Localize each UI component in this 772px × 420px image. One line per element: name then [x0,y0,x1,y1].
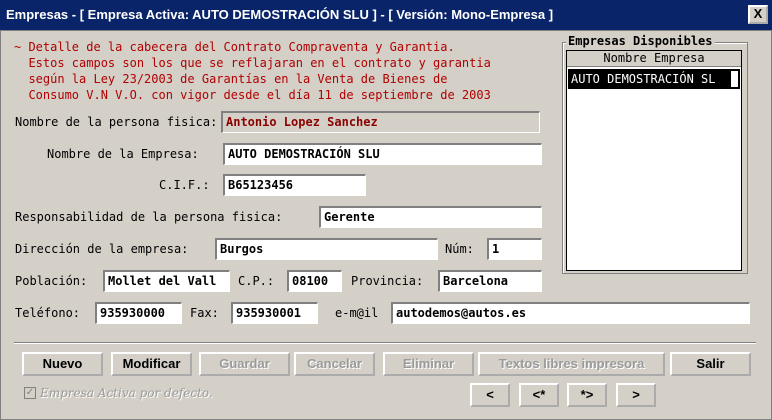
empresas-list[interactable]: Nombre Empresa AUTO DEMOSTRACIÓN SL [566,50,742,271]
contract-note: ~ Detalle de la cabecera del Contrato Co… [14,40,491,102]
list-item[interactable]: AUTO DEMOSTRACIÓN SL [568,69,740,89]
email-field[interactable]: autodemos@autos.es [391,302,750,324]
poblacion-label: Población: [15,274,88,288]
telefono-label: Teléfono: [15,306,81,320]
num-field[interactable]: 1 [487,238,542,260]
persona-label: Nombre de la persona fisica: [15,115,218,129]
modificar-button[interactable]: Modificar [111,352,192,376]
nav-prev-button[interactable]: <* [519,383,559,407]
poblacion-field[interactable]: Mollet del Vall [103,270,230,292]
num-label: Núm: [445,242,474,256]
fax-field[interactable]: 935930001 [231,302,318,324]
direccion-label: Dirección de la empresa: [15,242,189,256]
cif-label: C.I.F.: [159,178,210,192]
email-label: e-m@il [335,306,379,320]
close-button[interactable]: X [748,5,768,24]
nuevo-button[interactable]: Nuevo [22,352,103,376]
nav-first-button[interactable]: < [470,383,510,407]
direccion-field[interactable]: Burgos [215,238,438,260]
list-item-label: AUTO DEMOSTRACIÓN SL [571,72,716,86]
persona-field: Antonio Lopez Sanchez [221,111,540,133]
responsabilidad-label: Responsabilidad de la persona fisica: [15,210,283,224]
responsabilidad-field[interactable]: Gerente [319,206,542,228]
cif-field[interactable]: B65123456 [223,174,366,196]
cp-field[interactable]: 08100 [287,270,342,292]
empresas-column-header[interactable]: Nombre Empresa [567,51,741,67]
empresa-field[interactable]: AUTO DEMOSTRACIÓN SLU [223,143,542,165]
textos-libres-button[interactable]: Textos libres impresora [478,352,665,376]
guardar-button[interactable]: Guardar [199,352,290,376]
separator [14,342,756,344]
text-cursor [731,71,738,87]
window-title: Empresas - [ Empresa Activa: AUTO DEMOST… [0,0,772,30]
nav-next-button[interactable]: *> [567,383,607,407]
empresa-activa-checkbox[interactable]: ✓ [24,387,36,399]
nav-last-button[interactable]: > [616,383,656,407]
eliminar-button[interactable]: Eliminar [383,352,474,376]
provincia-field[interactable]: Barcelona [438,270,542,292]
salir-button[interactable]: Salir [670,352,751,376]
empresa-activa-label: Empresa Activa por defecto. [40,386,213,400]
provincia-label: Provincia: [351,274,424,288]
cancelar-button[interactable]: Cancelar [294,352,375,376]
telefono-field[interactable]: 935930000 [95,302,182,324]
empresas-group-title: Empresas Disponibles [566,34,715,48]
empresa-label: Nombre de la Empresa: [47,147,199,161]
fax-label: Fax: [190,306,219,320]
cp-label: C.P.: [238,274,275,288]
